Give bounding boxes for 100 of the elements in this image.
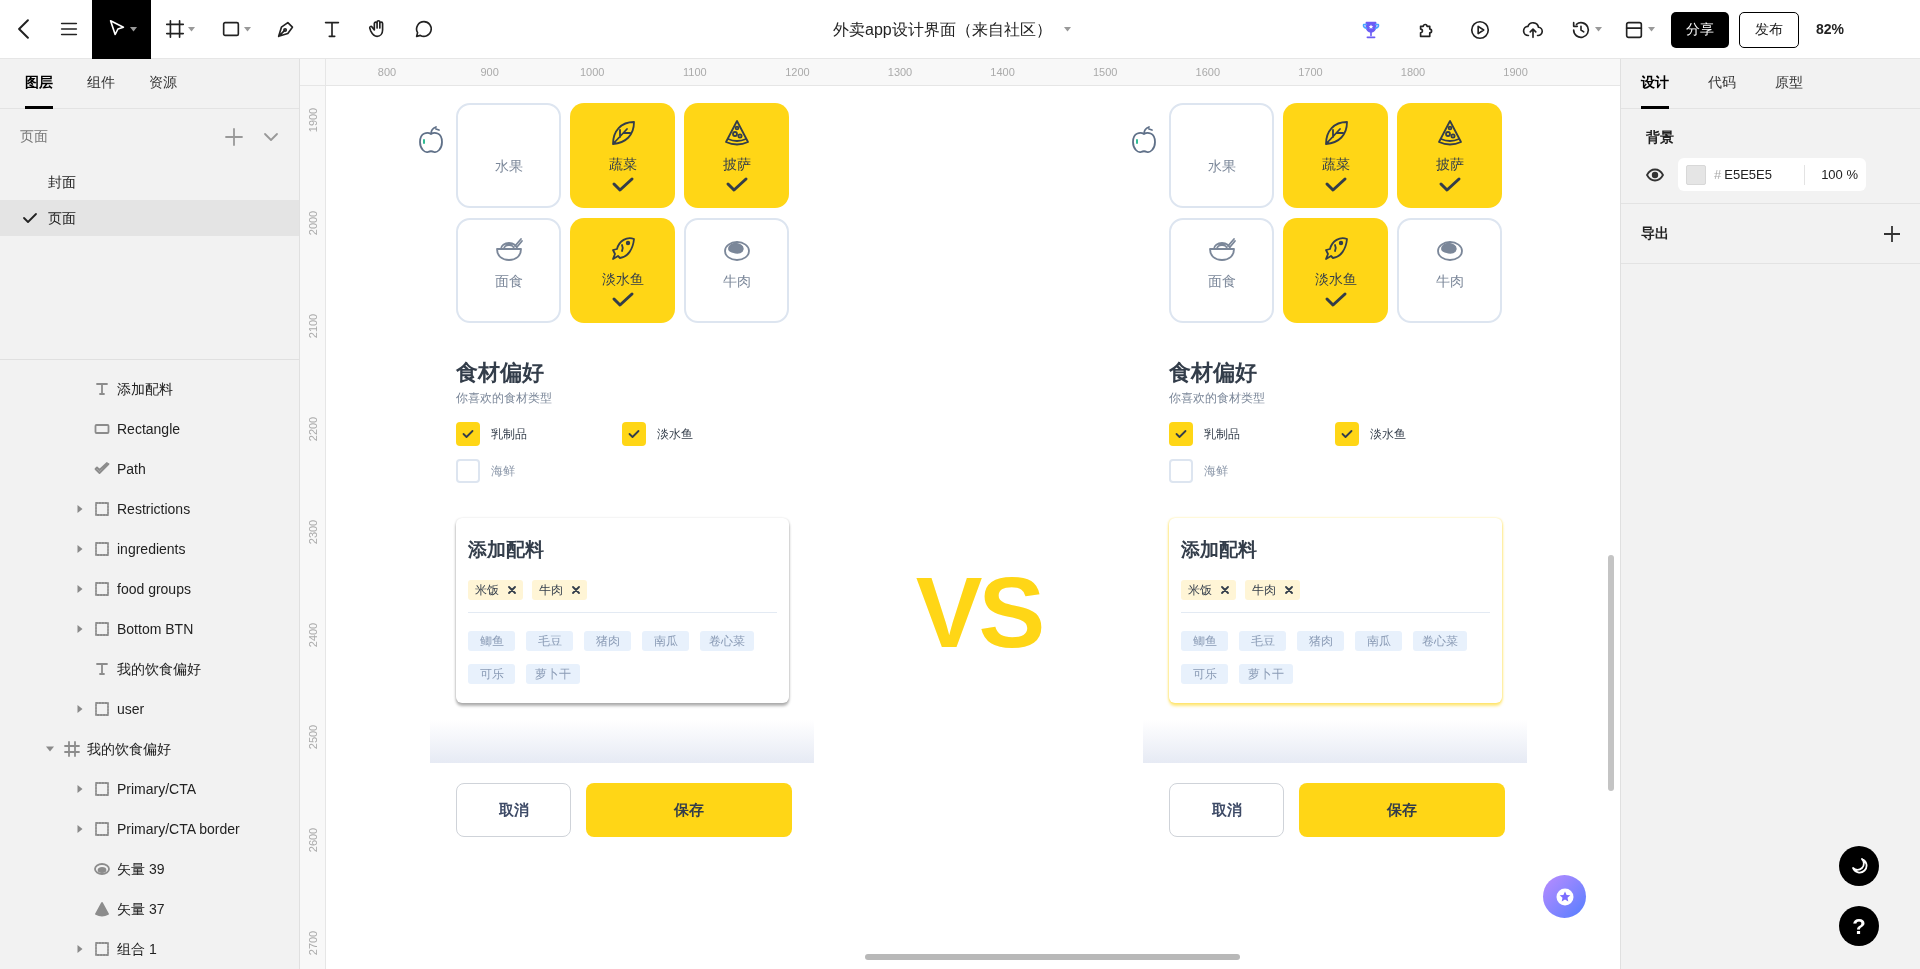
layer-row[interactable]: 我的饮食偏好 (0, 729, 299, 769)
comment-icon (413, 18, 435, 40)
panel-tab[interactable]: 代码 (1708, 59, 1736, 109)
caret-icon (1063, 27, 1071, 32)
food-tile[interactable]: 淡水鱼 (570, 218, 675, 323)
layer-row[interactable]: 矢量 39 (0, 849, 299, 889)
color-swatch[interactable] (1686, 164, 1706, 185)
check-icon (1341, 429, 1353, 439)
food-tile[interactable]: 披萨 (1397, 103, 1502, 208)
layer-row[interactable]: Bottom BTN (0, 609, 299, 649)
save-button[interactable]: 保存 (586, 783, 792, 837)
frame-layer-icon (64, 741, 80, 757)
checkbox[interactable] (1335, 422, 1359, 446)
layer-name: Rectangle (117, 419, 181, 439)
food-tile[interactable]: 牛肉 (1397, 218, 1502, 323)
layer-row[interactable]: Primary/CTA (0, 769, 299, 809)
remove-icon[interactable] (1221, 586, 1229, 594)
food-tile[interactable]: 淡水鱼 (1283, 218, 1388, 323)
panel-tab[interactable]: 资源 (149, 59, 177, 109)
share-button[interactable]: 分享 (1671, 11, 1729, 48)
hex-value[interactable]: E5E5E5 (1724, 164, 1772, 185)
page-item[interactable]: 页面 (0, 200, 299, 236)
ruler-label: 1900 (1503, 65, 1528, 80)
food-tile[interactable]: 牛肉 (684, 218, 789, 323)
panel-tab[interactable]: 设计 (1641, 59, 1669, 109)
save-button[interactable]: 保存 (1299, 783, 1505, 837)
ruler-label: 800 (377, 65, 397, 80)
checkbox[interactable] (456, 459, 480, 483)
document-title[interactable]: 外卖app设计界面（来自社区） (833, 17, 1052, 42)
star-button[interactable] (1543, 875, 1586, 918)
text-layer-icon (94, 661, 110, 677)
checkbox[interactable] (456, 422, 480, 446)
expand-arrow-icon[interactable] (76, 785, 84, 793)
selected-chip[interactable]: 牛肉 (532, 580, 587, 600)
layer-row[interactable]: Primary/CTA border (0, 809, 299, 849)
checkbox[interactable] (1169, 422, 1193, 446)
food-tile[interactable]: 水果 (1169, 103, 1274, 208)
layer-row[interactable]: 添加配料 (0, 369, 299, 409)
expand-arrow-icon[interactable] (76, 825, 84, 833)
zoom-level[interactable]: 82% (1816, 19, 1845, 40)
layer-row[interactable]: Rectangle (0, 409, 299, 449)
scrollbar[interactable] (865, 954, 1240, 960)
expand-arrow-icon[interactable] (46, 745, 54, 753)
remove-icon[interactable] (508, 586, 516, 594)
help-button[interactable]: ? (1839, 906, 1879, 946)
layer-name: Restrictions (117, 499, 191, 519)
eye-icon[interactable] (1646, 167, 1664, 182)
layer-row[interactable]: food groups (0, 569, 299, 609)
layer-row[interactable]: user (0, 689, 299, 729)
checkbox[interactable] (622, 422, 646, 446)
ruler-label: 1600 (1195, 65, 1221, 80)
expand-arrow-icon[interactable] (76, 585, 84, 593)
expand-arrow-icon[interactable] (76, 545, 84, 553)
tool-button[interactable] (92, 0, 151, 59)
group-layer-icon (94, 621, 110, 637)
group-layer-icon (94, 941, 110, 957)
panel-tab[interactable]: 原型 (1775, 59, 1803, 109)
layer-row[interactable]: 矢量 37 (0, 889, 299, 929)
layer-name: food groups (117, 579, 191, 599)
selected-chip[interactable]: 米饭 (1181, 580, 1236, 600)
section-title: 食材偏好 (456, 359, 544, 387)
scrollbar[interactable] (1608, 555, 1614, 791)
layer-row[interactable]: ingredients (0, 529, 299, 569)
food-tile[interactable]: 蔬菜 (570, 103, 675, 208)
layer-name: ingredients (117, 539, 186, 559)
color-field[interactable]: # E5E5E5 100 % (1678, 158, 1866, 191)
layer-name: 我的饮食偏好 (117, 659, 201, 679)
ruler-label: 2600 (307, 828, 319, 853)
cancel-button[interactable]: 取消 (456, 783, 571, 837)
panel-tab[interactable]: 图层 (25, 59, 53, 109)
panel-tab[interactable]: 组件 (87, 59, 115, 109)
layer-row[interactable]: Path (0, 449, 299, 489)
publish-button[interactable]: 发布 (1739, 11, 1799, 48)
remove-icon[interactable] (1285, 586, 1293, 594)
opacity-value[interactable]: 100 % (1821, 164, 1858, 185)
selected-chip[interactable]: 牛肉 (1245, 580, 1300, 600)
food-tile[interactable]: 水果 (456, 103, 561, 208)
layer-row[interactable]: Restrictions (0, 489, 299, 529)
add-icon[interactable] (1884, 225, 1900, 242)
food-tile[interactable]: 蔬菜 (1283, 103, 1388, 208)
page-item[interactable]: 封面 (0, 164, 299, 201)
layer-row[interactable]: 组合 1 (0, 929, 299, 969)
expand-arrow-icon[interactable] (76, 505, 84, 513)
ruler-label: 1300 (887, 65, 913, 80)
play-icon (1468, 18, 1491, 41)
expand-arrow-icon[interactable] (76, 705, 84, 713)
layer-row[interactable]: 我的饮食偏好 (0, 649, 299, 689)
expand-arrow-icon[interactable] (76, 945, 84, 953)
moon-icon (1850, 857, 1868, 875)
remove-icon[interactable] (572, 586, 580, 594)
food-tile[interactable]: 面食 (456, 218, 561, 323)
selected-chip[interactable]: 米饭 (468, 580, 523, 600)
food-tile[interactable]: 披萨 (684, 103, 789, 208)
checkbox[interactable] (1169, 459, 1193, 483)
group-layer-icon (94, 501, 110, 517)
expand-arrow-icon[interactable] (76, 625, 84, 633)
dark-mode-button[interactable] (1839, 846, 1879, 886)
vector-layer-icon (94, 861, 110, 877)
cancel-button[interactable]: 取消 (1169, 783, 1284, 837)
food-tile[interactable]: 面食 (1169, 218, 1274, 323)
